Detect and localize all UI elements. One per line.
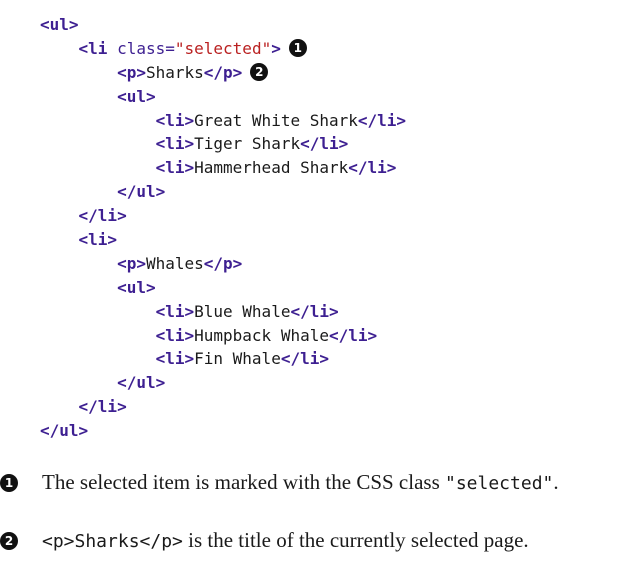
code-line: </ul> xyxy=(40,419,406,443)
code-text: Tiger Shark xyxy=(194,134,301,154)
code-tag: <ul> xyxy=(40,15,79,34)
code-tag: </li> xyxy=(328,325,378,345)
code-line: <li>Tiger Shark</li> xyxy=(40,132,406,156)
code-tag: </li> xyxy=(357,110,407,130)
code-line: <li>Fin Whale</li> xyxy=(40,347,406,371)
code-listing: <ul> <li class="selected"> 1 <p>Sharks</p… xyxy=(40,13,406,443)
code-line: <ul> xyxy=(40,13,406,37)
inline-code: "selected" xyxy=(445,473,554,494)
code-text: Whales xyxy=(145,253,204,273)
code-tag: <li> xyxy=(155,301,195,321)
code-tag: <ul> xyxy=(117,86,156,106)
code-line: </li> xyxy=(40,395,406,419)
code-text: Sharks xyxy=(145,62,204,82)
code-tag: > xyxy=(271,38,281,58)
code-tag: <li> xyxy=(155,325,195,345)
callout-note-text: The selected item is marked with the CSS… xyxy=(42,470,559,494)
code-tag: <ul> xyxy=(117,277,156,297)
code-line: <li>Blue Whale</li> xyxy=(40,300,406,324)
code-text: Humpback Whale xyxy=(194,325,329,345)
code-line: <p>Sharks</p> 2 xyxy=(40,61,406,85)
code-tag: </li> xyxy=(300,134,349,154)
code-line: <ul> xyxy=(40,276,406,300)
code-line: <p>Whales</p> xyxy=(40,252,406,276)
code-tag: <p> xyxy=(117,253,146,273)
callout-number-icon: 1 xyxy=(0,474,18,492)
code-tag: </ul> xyxy=(40,421,89,441)
code-tag: <li> xyxy=(155,110,195,130)
callout-marker-2: 2 xyxy=(250,62,269,81)
code-line: </li> xyxy=(40,204,406,228)
code-tag: </p> xyxy=(203,62,243,82)
code-tag: <li> xyxy=(78,230,118,250)
code-line: <li> xyxy=(40,228,406,252)
code-tag: </p> xyxy=(203,253,243,273)
code-tag: <p> xyxy=(117,62,146,82)
code-tag: </li> xyxy=(290,301,339,321)
callout-number-icon: 2 xyxy=(0,532,18,550)
code-tag: <li> xyxy=(155,134,195,154)
code-tag: </ul> xyxy=(117,373,166,393)
inline-code: <p>Sharks</p> xyxy=(42,531,183,552)
code-line: <ul> xyxy=(40,85,406,109)
code-text: Blue Whale xyxy=(194,301,291,321)
code-tag: </li> xyxy=(280,349,329,369)
code-tag: <li> xyxy=(155,349,195,369)
callout-marker-1: 1 xyxy=(288,38,307,57)
code-tag: </ul> xyxy=(117,182,166,202)
code-line: <li>Great White Shark</li> xyxy=(40,109,406,133)
code-tag: <li> xyxy=(155,158,195,178)
code-line: </ul> xyxy=(40,180,406,204)
code-line: <li class="selected"> 1 xyxy=(40,37,406,61)
code-attribute: class= xyxy=(107,38,175,58)
code-tag: </li> xyxy=(78,397,127,417)
code-text: Hammerhead Shark xyxy=(194,158,349,178)
code-line: <li>Hammerhead Shark</li> xyxy=(40,156,406,180)
callout-note-text: <p>Sharks</p> is the title of the curren… xyxy=(42,528,529,552)
code-text: Fin Whale xyxy=(194,349,281,369)
code-line: <li>Humpback Whale</li> xyxy=(40,324,406,348)
code-text: Great White Shark xyxy=(194,110,358,130)
code-tag: <li xyxy=(78,38,108,58)
code-string: "selected" xyxy=(174,38,272,58)
code-tag: </li> xyxy=(348,158,397,178)
code-line: </ul> xyxy=(40,371,406,395)
code-tag: </li> xyxy=(78,206,127,226)
